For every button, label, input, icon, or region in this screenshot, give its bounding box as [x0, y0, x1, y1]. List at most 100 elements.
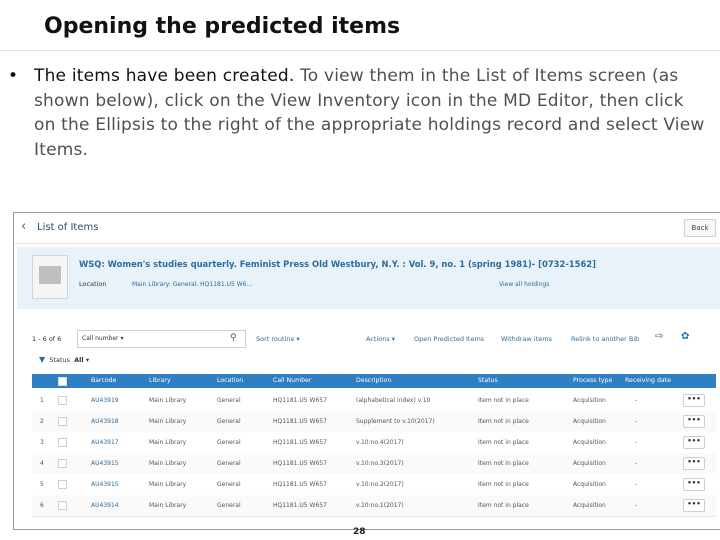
- page-number: 28: [353, 527, 366, 537]
- table-row[interactable]: 6 AU43914 Main Library General HQ1181.U5…: [32, 495, 716, 517]
- actions-dropdown[interactable]: Actions ▾: [366, 335, 395, 343]
- table-row[interactable]: 1 AU43919 Main Library General HQ1181.U5…: [32, 390, 716, 412]
- filter-icon: ▼: [39, 355, 46, 364]
- status-cell: Item not in place: [478, 418, 529, 425]
- withdraw-items-button[interactable]: Withdraw items: [501, 335, 552, 343]
- description-cell: v.10:no.4(2017): [356, 439, 404, 446]
- row-checkbox[interactable]: [58, 438, 67, 447]
- status-cell: Item not in place: [478, 439, 529, 446]
- row-checkbox[interactable]: [58, 480, 67, 489]
- call-number-cell: HQ1181.U5 W657: [273, 397, 327, 404]
- row-checkbox[interactable]: [58, 459, 67, 468]
- page-heading: List of Items: [37, 222, 99, 233]
- column-header-description[interactable]: Description: [356, 377, 391, 384]
- export-icon[interactable]: ⇨: [655, 331, 663, 342]
- row-number: 3: [40, 439, 44, 446]
- receiving-date-cell: -: [635, 481, 638, 488]
- status-cell: Item not in place: [478, 502, 529, 509]
- library-cell: Main Library: [149, 460, 187, 467]
- select-all-checkbox[interactable]: [58, 377, 67, 386]
- process-type-cell: Acquisition: [573, 502, 606, 509]
- column-header-call-number[interactable]: Call Number: [273, 377, 311, 384]
- search-icon[interactable]: ⚲: [230, 333, 237, 343]
- status-filter[interactable]: ▼ Status All ▾: [39, 355, 89, 364]
- row-actions-ellipsis-button[interactable]: •••: [683, 457, 705, 470]
- table-row[interactable]: 4 AU43915 Main Library General HQ1181.U5…: [32, 453, 716, 475]
- location-cell: General: [217, 397, 241, 404]
- top-bar: ‹ List of Items Back: [14, 213, 720, 244]
- location-label: Location: [79, 280, 107, 288]
- row-number: 1: [40, 397, 44, 404]
- barcode-link[interactable]: AU43914: [91, 502, 119, 509]
- title-divider: [0, 50, 720, 51]
- result-count: 1 - 6 of 6: [32, 335, 62, 343]
- bullet-marker: •: [8, 66, 19, 86]
- body-text: The items have been created. To view the…: [34, 64, 710, 162]
- call-number-cell: HQ1181.U5 W657: [273, 418, 327, 425]
- row-actions-ellipsis-button[interactable]: •••: [683, 499, 705, 512]
- column-header-barcode[interactable]: Barcode: [91, 377, 116, 384]
- column-header-library[interactable]: Library: [149, 377, 171, 384]
- record-thumbnail: [32, 255, 68, 299]
- library-cell: Main Library: [149, 502, 187, 509]
- body-text-intro: The items have been created.: [34, 66, 295, 86]
- barcode-link[interactable]: AU43917: [91, 439, 119, 446]
- table-row[interactable]: 5 AU43915 Main Library General HQ1181.U5…: [32, 474, 716, 496]
- barcode-link[interactable]: AU43915: [91, 481, 119, 488]
- row-checkbox[interactable]: [58, 396, 67, 405]
- location-value-link[interactable]: Main Library: General, HQ1181.U5 W6...: [132, 281, 252, 288]
- location-cell: General: [217, 502, 241, 509]
- row-number: 2: [40, 418, 44, 425]
- column-header-process-type[interactable]: Process type: [573, 377, 612, 384]
- back-arrow-icon[interactable]: ‹: [21, 219, 26, 234]
- back-button[interactable]: Back: [684, 219, 716, 237]
- search-scope-select[interactable]: Call number ▾: [82, 335, 123, 342]
- call-number-cell: HQ1181.U5 W657: [273, 439, 327, 446]
- row-actions-ellipsis-button[interactable]: •••: [683, 394, 705, 407]
- location-cell: General: [217, 460, 241, 467]
- sort-routine-dropdown[interactable]: Sort routine ▾: [256, 335, 300, 343]
- bib-record-panel: WSQ: Women's studies quarterly. Feminist…: [17, 247, 720, 309]
- row-checkbox[interactable]: [58, 417, 67, 426]
- receiving-date-cell: -: [635, 397, 638, 404]
- process-type-cell: Acquisition: [573, 397, 606, 404]
- library-cell: Main Library: [149, 418, 187, 425]
- barcode-link[interactable]: AU43919: [91, 397, 119, 404]
- view-all-holdings-link[interactable]: View all holdings: [499, 281, 549, 288]
- settings-icon[interactable]: ✿: [681, 331, 689, 342]
- table-row[interactable]: 2 AU43918 Main Library General HQ1181.U5…: [32, 411, 716, 433]
- screenshot-list-of-items: ‹ List of Items Back WSQ: Women's studie…: [13, 212, 720, 530]
- table-row[interactable]: 3 AU43917 Main Library General HQ1181.U5…: [32, 432, 716, 454]
- row-checkbox[interactable]: [58, 501, 67, 510]
- row-actions-ellipsis-button[interactable]: •••: [683, 415, 705, 428]
- row-number: 5: [40, 481, 44, 488]
- call-number-cell: HQ1181.U5 W657: [273, 460, 327, 467]
- process-type-cell: Acquisition: [573, 439, 606, 446]
- row-actions-ellipsis-button[interactable]: •••: [683, 436, 705, 449]
- description-cell: Supplement to v.10(2017): [356, 418, 435, 425]
- search-box[interactable]: Call number ▾ ⚲: [77, 330, 246, 348]
- process-type-cell: Acquisition: [573, 481, 606, 488]
- receiving-date-cell: -: [635, 502, 638, 509]
- library-cell: Main Library: [149, 481, 187, 488]
- table-header: Barcode Library Location Call Number Des…: [32, 374, 716, 388]
- library-cell: Main Library: [149, 397, 187, 404]
- items-toolbar: 1 - 6 of 6 Call number ▾ ⚲ Sort routine …: [14, 327, 720, 351]
- receiving-date-cell: -: [635, 439, 638, 446]
- column-header-status[interactable]: Status: [478, 377, 498, 384]
- record-title-link[interactable]: WSQ: Women's studies quarterly. Feminist…: [79, 259, 596, 269]
- barcode-link[interactable]: AU43915: [91, 460, 119, 467]
- open-predicted-items-button[interactable]: Open Predicted Items: [414, 335, 484, 343]
- filter-value: All ▾: [74, 356, 90, 364]
- barcode-link[interactable]: AU43918: [91, 418, 119, 425]
- row-number: 4: [40, 460, 44, 467]
- row-actions-ellipsis-button[interactable]: •••: [683, 478, 705, 491]
- process-type-cell: Acquisition: [573, 418, 606, 425]
- column-header-receiving-date[interactable]: Receiving date: [625, 377, 671, 384]
- row-number: 6: [40, 502, 44, 509]
- relink-button[interactable]: Relink to another Bib: [571, 335, 639, 343]
- column-header-location[interactable]: Location: [217, 377, 243, 384]
- location-cell: General: [217, 481, 241, 488]
- call-number-cell: HQ1181.U5 W657: [273, 481, 327, 488]
- description-cell: v.10:no.1(2017): [356, 502, 404, 509]
